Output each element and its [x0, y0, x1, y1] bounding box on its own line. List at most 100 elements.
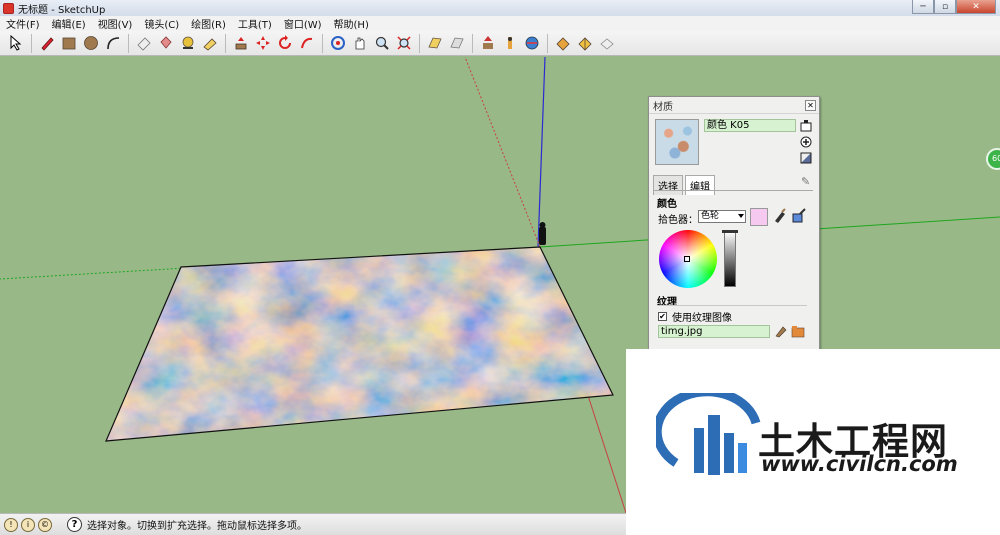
user-icon[interactable]: ©	[38, 517, 52, 532]
window-title: 无标题 - SketchUp	[18, 4, 106, 16]
browse-texture-button[interactable]	[791, 324, 805, 338]
rectangle-tool-button[interactable]	[58, 33, 79, 54]
dimension-tool-button[interactable]	[199, 33, 220, 54]
blue-axis	[537, 57, 546, 248]
toolbar-separator	[225, 33, 226, 53]
zoom-extents-tool-button[interactable]	[393, 33, 414, 54]
panel-close-button[interactable]: ✕	[805, 100, 816, 111]
paint-bucket-tool-button[interactable]	[155, 33, 176, 54]
credits-icon[interactable]: i	[21, 517, 35, 532]
menu-tools[interactable]: 工具(T)	[232, 16, 278, 31]
slider-handle[interactable]	[722, 230, 738, 233]
orbit-icon	[330, 36, 345, 50]
red-axis-negative	[464, 57, 541, 248]
walk-icon	[482, 36, 493, 49]
color-picker-select[interactable]: 色轮	[698, 210, 746, 223]
default-material-button[interactable]	[799, 151, 813, 164]
pencil-tool-button[interactable]	[36, 33, 57, 54]
tape-measure-tool-button[interactable]	[177, 33, 198, 54]
material-swatch[interactable]	[655, 119, 699, 165]
rotate-tool-button[interactable]	[274, 33, 295, 54]
materials-panel: 材质 ✕ 颜色 K05 选择 编辑 ✎ 颜色 拾色器： 色轮 纹理 ✔ 使用纹理…	[648, 96, 820, 350]
title-bar: 无标题 - SketchUp ─ ▫ ✕	[0, 0, 1000, 16]
move-tool-button[interactable]	[252, 33, 273, 54]
tape-measure-icon	[182, 36, 193, 49]
get-models-icon	[525, 36, 538, 50]
eraser-tool-button[interactable]	[133, 33, 154, 54]
zoom-extents-icon	[396, 36, 411, 50]
menu-draw[interactable]: 绘图(R)	[185, 16, 232, 31]
follow-me-tool-button[interactable]	[296, 33, 317, 54]
arc-tool-button[interactable]	[102, 33, 123, 54]
pan-icon	[355, 37, 364, 50]
menu-view[interactable]: 视图(V)	[92, 16, 139, 31]
rectangle-icon	[62, 37, 75, 50]
position-camera-icon	[449, 37, 464, 49]
chevron-down-icon	[738, 214, 744, 218]
maximize-button[interactable]: ▫	[934, 0, 956, 14]
zoom-tool-button[interactable]	[371, 33, 392, 54]
tab-select[interactable]: 选择	[653, 175, 683, 195]
use-texture-checkbox[interactable]: ✔	[658, 312, 667, 321]
match-screen-color-button[interactable]	[791, 208, 807, 224]
match-model-color-button[interactable]	[772, 208, 788, 224]
edit-texture-button[interactable]	[774, 324, 788, 338]
color-wheel[interactable]	[659, 230, 717, 288]
menu-help[interactable]: 帮助(H)	[328, 16, 375, 31]
panel-title: 材质	[649, 97, 819, 114]
circle-icon	[83, 36, 98, 50]
push-pull-icon	[235, 37, 246, 50]
tab-edit[interactable]: 编辑	[685, 175, 715, 195]
menu-edit[interactable]: 编辑(E)	[46, 16, 92, 31]
paint-brush-icon	[775, 208, 786, 223]
default-material-icon	[800, 152, 812, 163]
minimize-icon: ─	[920, 1, 926, 12]
share-model-icon	[555, 37, 570, 51]
texture-file-field[interactable]: timg.jpg	[658, 325, 770, 338]
push-pull-tool-button[interactable]	[230, 33, 251, 54]
use-texture-label: 使用纹理图像	[672, 313, 732, 324]
components-icon	[577, 37, 592, 51]
color-section-heading: 颜色	[657, 199, 677, 210]
get-models-tool-button[interactable]	[521, 33, 542, 54]
orbit-tool-button[interactable]	[327, 33, 348, 54]
sketchup-app-icon	[3, 2, 14, 14]
section-plane-icon	[427, 37, 442, 49]
create-material-icon	[800, 136, 812, 147]
panel-tabs: 选择 编辑	[653, 175, 717, 195]
minimize-button[interactable]: ─	[912, 0, 934, 14]
layers-tool-button[interactable]	[596, 33, 617, 54]
menu-camera[interactable]: 镜头(C)	[138, 16, 185, 31]
components-tool-button[interactable]	[574, 33, 595, 54]
status-bar: ! i © ? 选择对象。切换到扩充选择。拖动鼠标选择多项。	[0, 513, 626, 535]
edit-texture-icon	[775, 326, 787, 338]
close-button[interactable]: ✕	[956, 0, 996, 14]
menu-file[interactable]: 文件(F)	[0, 16, 46, 31]
main-toolbar	[0, 31, 1000, 56]
pan-tool-button[interactable]	[349, 33, 370, 54]
section-plane-tool-button[interactable]	[424, 33, 445, 54]
share-model-tool-button[interactable]	[552, 33, 573, 54]
brightness-slider[interactable]	[722, 230, 738, 287]
position-camera-tool-button[interactable]	[446, 33, 467, 54]
menu-window[interactable]: 窗口(W)	[278, 16, 328, 31]
look-around-tool-button[interactable]	[499, 33, 520, 54]
help-icon[interactable]: ?	[67, 517, 82, 532]
material-name-field[interactable]: 颜色 K05	[704, 119, 796, 132]
walk-tool-button[interactable]	[477, 33, 498, 54]
menu-bar: 文件(F) 编辑(E) 视图(V) 镜头(C) 绘图(R) 工具(T) 窗口(W…	[0, 16, 1000, 31]
maximize-icon: ▫	[941, 1, 949, 12]
toolbar-separator	[31, 33, 32, 53]
geolocation-icon[interactable]: !	[4, 517, 18, 532]
circle-tool-button[interactable]	[80, 33, 101, 54]
toolbar-separator	[472, 33, 473, 53]
toolbar-separator	[322, 33, 323, 53]
panel-side-icons	[799, 119, 817, 164]
color-preview-swatch	[750, 208, 768, 226]
select-tool-button[interactable]	[5, 33, 26, 54]
display-secondary-button[interactable]	[799, 119, 813, 132]
create-material-button[interactable]	[799, 135, 813, 148]
eyedropper-button[interactable]: ✎	[801, 175, 810, 188]
watermark-url: www.civilcn.com	[761, 452, 958, 476]
color-wheel-marker	[684, 256, 690, 262]
